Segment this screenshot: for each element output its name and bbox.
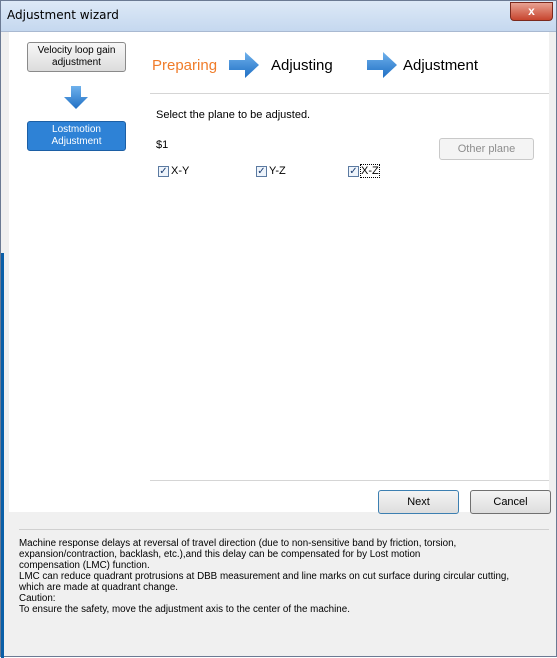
other-plane-button[interactable]: Other plane (439, 138, 534, 160)
plane-label: Y-Z (269, 165, 286, 177)
plane-checkbox-x-y[interactable]: ✓ X-Y (158, 165, 189, 177)
description-line: compensation (LMC) function. (19, 560, 150, 571)
step-velocity-loop-gain[interactable]: Velocity loop gain adjustment (27, 42, 126, 72)
plane-label: X-Y (171, 165, 190, 177)
next-button[interactable]: Next (378, 490, 459, 514)
close-button[interactable]: x (510, 2, 553, 21)
description-line: expansion/contraction, backlash, etc.),a… (19, 549, 421, 560)
plane-label: X-Z (360, 164, 380, 178)
window-edge-accent (1, 253, 4, 658)
other-plane-label: Other plane (457, 143, 516, 155)
axis-name-label: $1 (156, 139, 169, 151)
phase-arrow-icon (229, 52, 259, 78)
phase-adjusting: Adjusting (271, 57, 333, 74)
cancel-button[interactable]: Cancel (470, 490, 551, 514)
checkbox-checked-icon: ✓ (348, 165, 359, 177)
wizard-client-area: Velocity loop gain adjustment Lostmotion… (9, 32, 551, 652)
adjustment-wizard-window: Adjustment wizard x Velocity loop gain a… (0, 0, 557, 658)
step-list-panel: Velocity loop gain adjustment Lostmotion… (9, 32, 141, 512)
checkbox-checked-icon: ✓ (256, 165, 267, 177)
plane-checkbox-y-z[interactable]: ✓ Y-Z (256, 165, 286, 177)
step-label: Lostmotion Adjustment (51, 124, 102, 147)
description-line: which are made at quadrant change. (19, 582, 179, 593)
next-button-label: Next (407, 496, 430, 508)
description-line: LMC can reduce quadrant protrusions at D… (19, 571, 510, 582)
checkbox-checked-icon: ✓ (158, 165, 169, 177)
description-line: Caution: (19, 593, 56, 604)
header-divider (150, 93, 549, 94)
cancel-button-label: Cancel (493, 496, 528, 508)
phase-preparing: Preparing (152, 57, 218, 74)
footer-divider (150, 480, 549, 481)
description-line: To ensure the safety, move the adjustmen… (19, 604, 350, 615)
window-title: Adjustment wizard (7, 8, 119, 22)
step-lostmotion-adjustment[interactable]: Lostmotion Adjustment (27, 121, 126, 151)
step-down-arrow-icon (64, 86, 88, 109)
plane-checkbox-x-z[interactable]: ✓ X-Z (348, 164, 380, 178)
phase-adjustment: Adjustment (403, 57, 479, 74)
instruction-text: Select the plane to be adjusted. (156, 109, 311, 121)
description-line: Machine response delays at reversal of t… (19, 538, 457, 549)
title-bar[interactable]: Adjustment wizard x (1, 1, 556, 32)
phase-arrow-icon (367, 52, 397, 78)
close-icon: x (528, 4, 535, 18)
description-panel: Machine response delays at reversal of t… (19, 529, 549, 652)
step-label: Velocity loop gain adjustment (37, 45, 116, 68)
wizard-main-panel: Preparing Adjusting Adjustment Select th… (140, 32, 551, 514)
